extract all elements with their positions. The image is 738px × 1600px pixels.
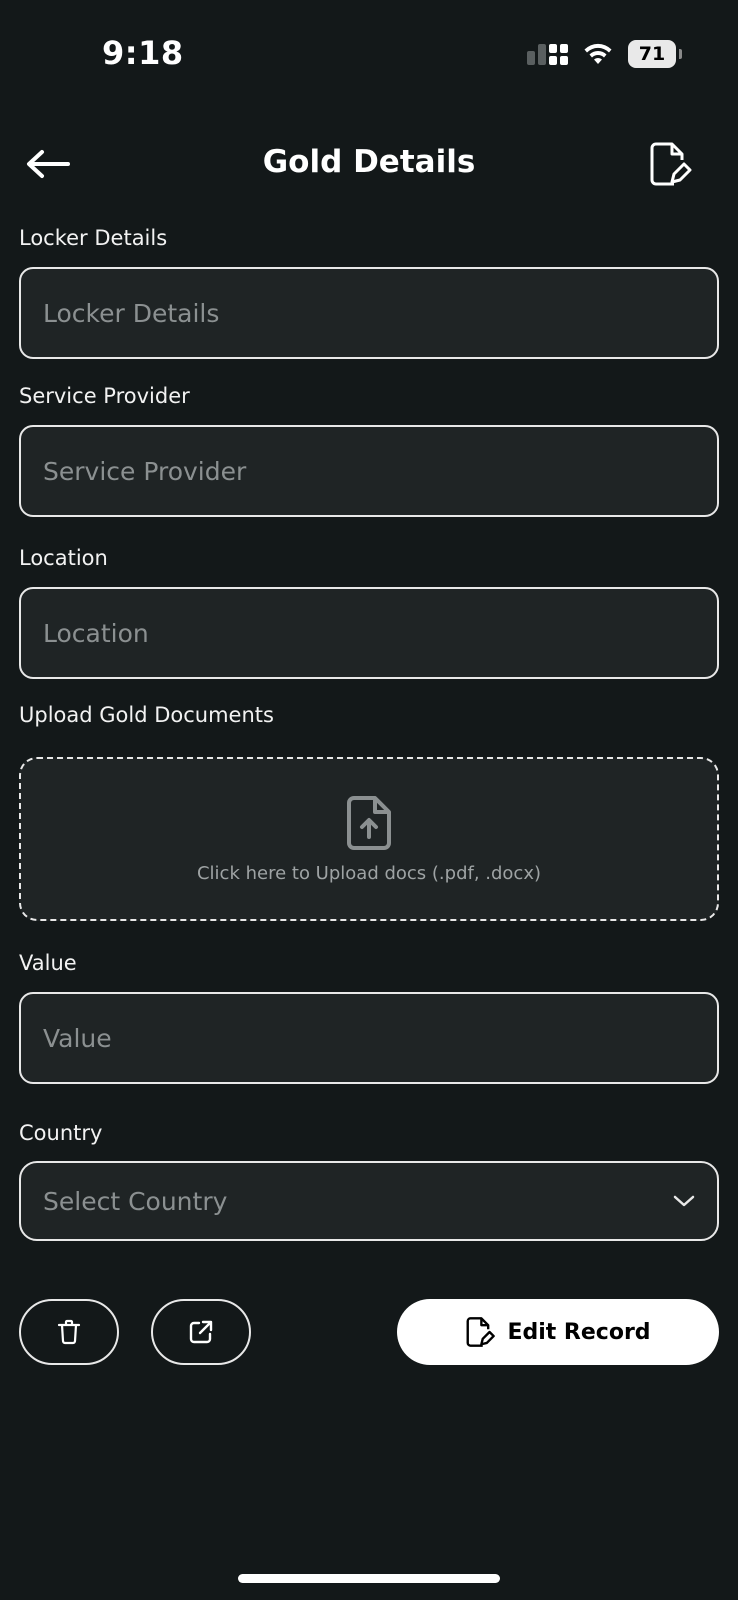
header: Gold Details: [0, 130, 738, 200]
upload-documents-dropzone[interactable]: Click here to Upload docs (.pdf, .docx): [19, 757, 719, 921]
location-label: Location: [19, 546, 108, 570]
file-upload-icon: [347, 795, 391, 850]
signal-icon: [527, 43, 568, 65]
delete-button[interactable]: [19, 1299, 119, 1365]
edit-record-button[interactable]: Edit Record: [397, 1299, 719, 1365]
locker-details-label: Locker Details: [19, 226, 168, 250]
value-label: Value: [19, 951, 77, 975]
share-button[interactable]: [151, 1299, 251, 1365]
value-input[interactable]: [43, 1023, 695, 1053]
location-input[interactable]: [43, 618, 695, 648]
status-bar: 9:18 71: [0, 0, 738, 110]
location-field: [19, 587, 719, 679]
external-link-icon: [189, 1320, 213, 1344]
status-icons: 71: [527, 40, 682, 68]
service-provider-input[interactable]: [43, 456, 695, 486]
upload-documents-label: Upload Gold Documents: [19, 703, 274, 727]
document-edit-icon: [650, 142, 692, 186]
chevron-down-icon: [673, 1195, 695, 1207]
battery-level: 71: [638, 43, 666, 65]
trash-icon: [57, 1319, 81, 1345]
locker-details-input[interactable]: [43, 298, 695, 328]
service-provider-label: Service Provider: [19, 384, 190, 408]
country-select[interactable]: Select Country: [19, 1161, 719, 1241]
page-title: Gold Details: [262, 144, 476, 180]
locker-details-field: [19, 267, 719, 359]
value-field: [19, 992, 719, 1084]
service-provider-field: [19, 425, 719, 517]
upload-hint: Click here to Upload docs (.pdf, .docx): [196, 862, 542, 884]
edit-record-label: Edit Record: [507, 1319, 651, 1345]
country-selected-value: Select Country: [43, 1186, 228, 1216]
country-label: Country: [19, 1121, 103, 1145]
header-edit-button[interactable]: [648, 140, 692, 188]
battery-icon: 71: [628, 40, 682, 68]
home-indicator[interactable]: [238, 1574, 500, 1583]
document-edit-icon: [466, 1317, 496, 1347]
wifi-icon: [584, 43, 612, 64]
status-time: 9:18: [102, 34, 184, 72]
